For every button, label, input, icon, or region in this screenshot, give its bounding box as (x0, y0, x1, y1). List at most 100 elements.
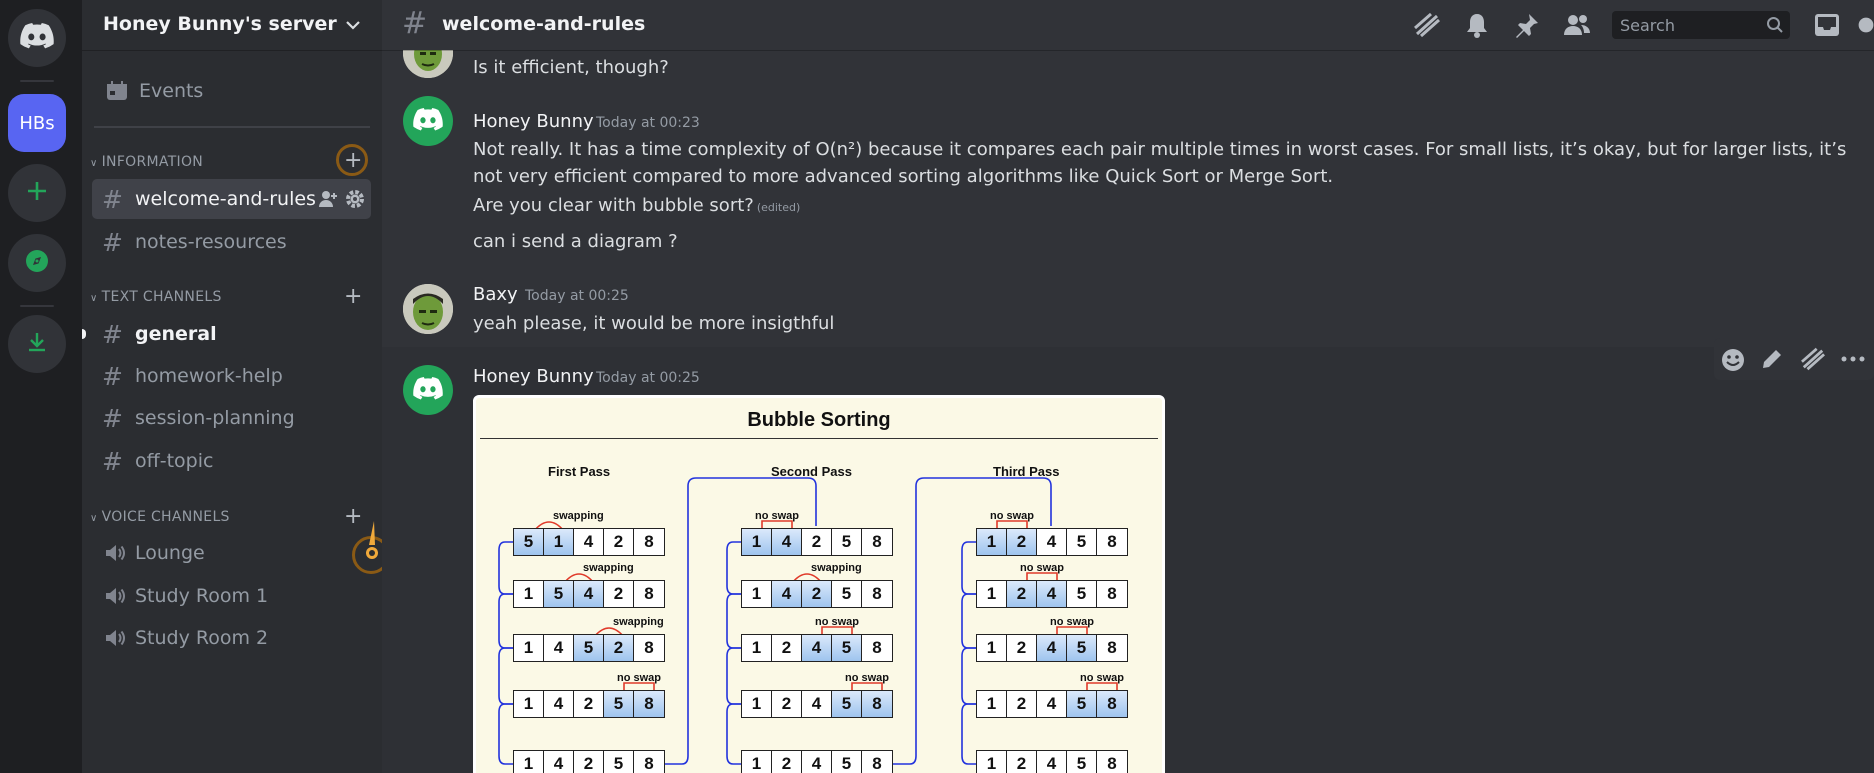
array-cell: 4 (1037, 529, 1067, 555)
channel-title: welcome-and-rules (442, 13, 646, 35)
create-channel-plus-icon[interactable]: + (344, 286, 362, 308)
channel-off-topic[interactable]: # off-topic (92, 441, 371, 481)
pass-title: Second Pass (771, 464, 852, 479)
search-icon (1766, 16, 1784, 38)
hash-icon: # (102, 228, 123, 257)
array-cell: 8 (862, 581, 892, 607)
array-row: 12458 (976, 528, 1128, 556)
category-information[interactable]: ∨ INFORMATION (90, 154, 203, 170)
message-author[interactable]: Baxy (473, 284, 518, 305)
voice-channel-lounge[interactable]: Lounge (92, 533, 371, 573)
channel-label: Study Room 1 (135, 585, 269, 607)
voice-channel-study-room-2[interactable]: Study Room 2 (92, 618, 371, 658)
array-cell: 5 (1067, 529, 1097, 555)
message-line: Are you clear with bubble sort? (473, 195, 754, 216)
threads-icon[interactable] (1412, 11, 1442, 39)
category-text-channels[interactable]: ∨ TEXT CHANNELS (90, 289, 222, 305)
channel-notes-resources[interactable]: # notes-resources (92, 222, 371, 262)
channel-session-planning[interactable]: # session-planning (92, 398, 371, 438)
channel-welcome-and-rules[interactable]: # welcome-and-rules (92, 179, 371, 219)
bell-icon[interactable] (1462, 11, 1492, 39)
discord-logo-icon (413, 107, 443, 135)
edited-label: (edited) (756, 201, 801, 214)
flow-connector (726, 703, 741, 765)
message-author[interactable]: Honey Bunny (473, 366, 594, 387)
avatar[interactable] (403, 365, 453, 415)
array-row: 15428 (513, 580, 665, 608)
message-text: can i send a diagram ? (473, 231, 678, 252)
help-icon[interactable] (1858, 11, 1874, 39)
array-row: 12458 (976, 750, 1128, 773)
array-cell: 2 (772, 635, 802, 661)
channel-header: # welcome-and-rules Search (382, 0, 1874, 50)
array-cell: 1 (514, 691, 544, 717)
channel-general[interactable]: # general (92, 314, 371, 354)
array-cell: 2 (1007, 691, 1037, 717)
avatar[interactable] (403, 96, 453, 146)
array-cell: 2 (574, 751, 604, 773)
message-text: yeah please, it would be more insigthful (473, 313, 835, 334)
flow-connector (961, 703, 976, 765)
array-cell: 1 (514, 581, 544, 607)
message-author[interactable]: Honey Bunny (473, 111, 594, 132)
array-row: 14258 (741, 528, 893, 556)
array-row: 12458 (741, 750, 893, 773)
server-abbrev: HBs (19, 112, 55, 134)
explore-servers-button[interactable] (8, 234, 66, 292)
invite-icon[interactable] (318, 189, 338, 213)
flow-connector (961, 593, 976, 649)
alert-icon[interactable] (361, 519, 383, 565)
array-cell: 1 (977, 691, 1007, 717)
flow-connector (498, 593, 513, 649)
download-apps-button[interactable] (8, 315, 66, 373)
image-attachment[interactable]: Bubble Sorting First Pass 5 1 4 2 8 swapping 1 5… (473, 395, 1165, 773)
flow-connector (498, 703, 513, 765)
pin-icon[interactable] (1512, 11, 1542, 39)
array-cell: 1 (742, 751, 772, 773)
array-cell: 8 (634, 635, 664, 661)
voice-channel-study-room-1[interactable]: Study Room 1 (92, 576, 371, 616)
more-options-icon[interactable] (1840, 347, 1866, 375)
flow-connector (726, 647, 741, 705)
search-input[interactable]: Search (1612, 11, 1790, 39)
array-cell: 1 (742, 581, 772, 607)
server-icon-hbs[interactable]: HBs (8, 94, 66, 152)
channel-label: general (135, 323, 217, 345)
array-cell: 4 (544, 751, 574, 773)
create-channel-plus-icon[interactable]: + (344, 506, 362, 528)
edit-icon[interactable] (1760, 347, 1784, 375)
inbox-icon[interactable] (1812, 11, 1842, 39)
search-placeholder: Search (1620, 16, 1675, 35)
array-cell: 4 (1037, 751, 1067, 773)
array-cell: 4 (772, 581, 802, 607)
member-list-icon[interactable] (1562, 11, 1592, 39)
avatar[interactable] (403, 284, 453, 334)
compass-icon (24, 248, 50, 278)
avatar[interactable] (403, 50, 453, 78)
array-cell: 8 (862, 529, 892, 555)
direct-messages-button[interactable] (8, 9, 66, 67)
array-row: 14258 (513, 750, 665, 773)
array-row: 14258 (513, 690, 665, 718)
add-server-button[interactable] (8, 164, 66, 222)
chevron-down-icon (344, 16, 362, 38)
array-cell: 5 (604, 691, 634, 717)
events-item[interactable]: Events (92, 71, 371, 111)
hash-icon: # (102, 362, 123, 391)
array-cell: 2 (1007, 529, 1037, 555)
add-reaction-icon[interactable] (1720, 347, 1746, 377)
array-cell: 4 (574, 529, 604, 555)
create-thread-icon[interactable] (1800, 347, 1826, 375)
array-cell: 4 (1037, 581, 1067, 607)
category-voice-channels[interactable]: ∨ VOICE CHANNELS (90, 509, 230, 525)
server-header[interactable]: Honey Bunny's server (82, 0, 382, 50)
comparison-note: swapping (613, 616, 664, 628)
message-text: Are you clear with bubble sort? (edited) (473, 192, 1853, 221)
gear-icon[interactable] (344, 188, 366, 214)
channel-homework-help[interactable]: # homework-help (92, 356, 371, 396)
array-cell: 5 (1067, 691, 1097, 717)
flow-connector (498, 541, 513, 595)
message-timestamp: Today at 00:25 (596, 370, 700, 386)
array-cell: 2 (604, 581, 634, 607)
hash-icon: # (102, 447, 123, 476)
